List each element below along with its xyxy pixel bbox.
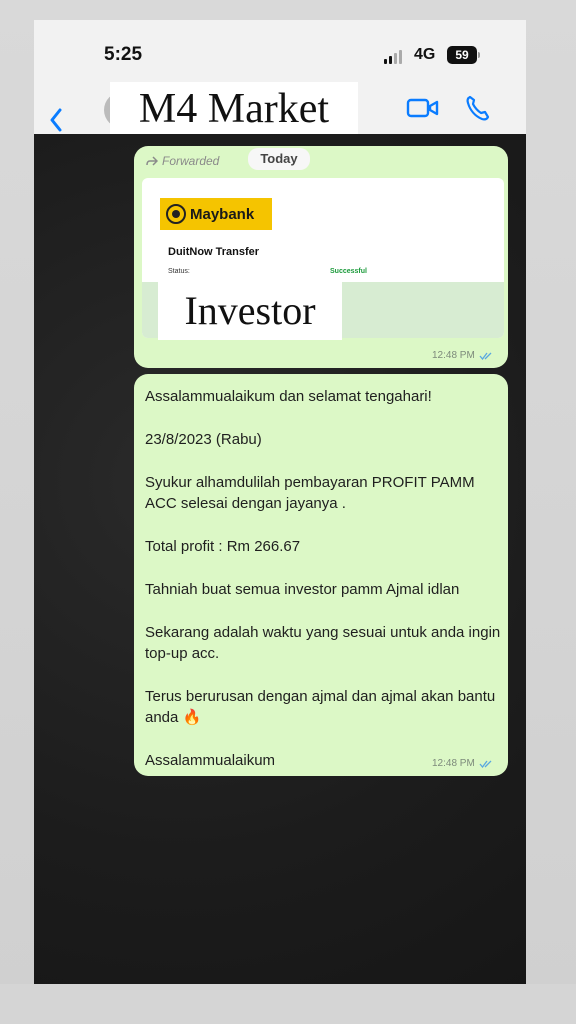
message-bubble-text[interactable]: Assalammualaikum dan selamat tengahari! … (134, 374, 508, 776)
double-check-icon (479, 760, 492, 768)
message-line: Assalammualaikum dan selamat tengahari! (145, 388, 432, 405)
status-time: 5:25 (104, 44, 143, 65)
signal-icon (384, 50, 402, 64)
receipt-status-value: Successful (330, 268, 367, 275)
overlay-label: Investor (158, 282, 342, 340)
message-time: 12:48 PM (432, 758, 493, 769)
date-divider: Today (248, 148, 310, 170)
message-time: 12:48 PM (432, 350, 493, 361)
video-camera-icon[interactable] (406, 96, 440, 120)
forwarded-text: Forwarded (162, 154, 220, 168)
message-line: Terus berurusan dengan ajmal dan ajmal a… (145, 688, 496, 726)
message-bubble-receipt[interactable]: Forwarded Maybank DuitNow Transfer Statu… (134, 146, 508, 368)
message-time-text: 12:48 PM (432, 758, 475, 769)
battery-tip (478, 52, 480, 58)
message-line: Tahniah buat semua investor pamm Ajmal i… (145, 581, 460, 598)
phone-screen: 5:25 4G 59 M4 Market Forwarded Maybank D… (34, 20, 526, 1004)
status-bar: 5:25 4G 59 (34, 20, 526, 90)
contact-name[interactable]: M4 Market (110, 82, 358, 136)
message-time-text: 12:48 PM (432, 350, 475, 361)
receipt-title: DuitNow Transfer (168, 246, 260, 258)
message-line: Sekarang adalah waktu yang sesuai untuk … (145, 624, 501, 662)
message-input-bar[interactable] (0, 984, 576, 1024)
battery-icon: 59 (447, 46, 477, 64)
maybank-tiger-icon (166, 204, 186, 224)
message-line: 23/8/2023 (Rabu) (145, 431, 262, 448)
message-line: Total profit : Rm 266.67 (145, 538, 301, 555)
forward-arrow-icon (146, 156, 158, 166)
double-check-icon (479, 352, 492, 360)
message-body: Assalammualaikum dan selamat tengahari! … (145, 386, 501, 793)
receipt-status-label: Status: (168, 268, 190, 275)
maybank-logo: Maybank (160, 198, 272, 230)
message-line: Syukur alhamdulilah pembayaran PROFIT PA… (145, 474, 475, 512)
phone-icon[interactable] (464, 94, 490, 122)
bank-name: Maybank (190, 205, 255, 223)
chevron-left-icon[interactable] (46, 106, 66, 134)
forwarded-label: Forwarded (146, 154, 219, 168)
network-type: 4G (414, 46, 436, 63)
